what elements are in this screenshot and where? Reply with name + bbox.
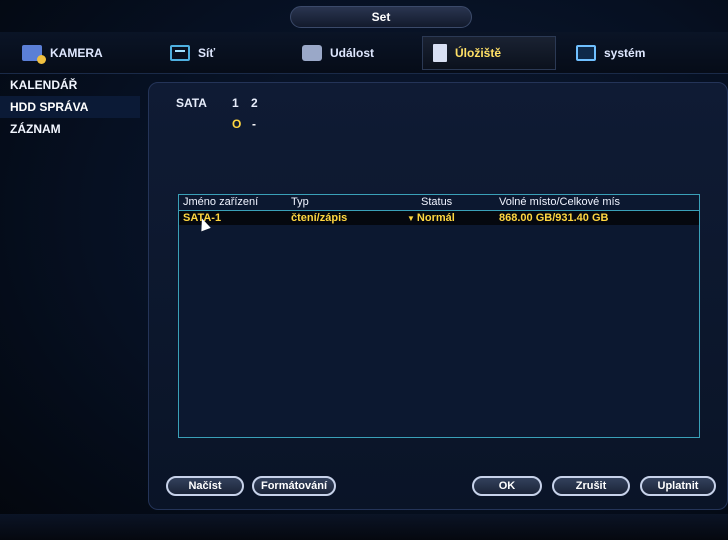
table-header: Jméno zařízení Typ Status Volné místo/Ce… xyxy=(179,195,699,211)
tab-camera-label: KAMERA xyxy=(50,46,103,60)
sata-slot-1-state: O xyxy=(232,117,242,131)
top-navigation: KAMERA Síť Událost Úložiště systém xyxy=(0,32,728,74)
ok-button[interactable]: OK xyxy=(472,476,542,496)
dvr-settings-screen: Set KAMERA Síť Událost Úložiště systém K… xyxy=(0,0,728,540)
table-row[interactable]: SATA-1 čtení/zápis ▼ Normál 868.00 GB/931… xyxy=(179,211,699,225)
load-button[interactable]: Načíst xyxy=(166,476,244,496)
chevron-down-icon: ▼ xyxy=(407,214,415,223)
tab-system-label: systém xyxy=(604,46,646,60)
format-button[interactable]: Formátování xyxy=(252,476,336,496)
tab-network-label: Síť xyxy=(198,46,216,60)
column-status: Status xyxy=(421,196,453,208)
column-capacity: Volné místo/Celkové mís xyxy=(499,196,621,208)
cancel-button[interactable]: Zrušit xyxy=(552,476,630,496)
status-dropdown[interactable]: ▼ Normál xyxy=(407,212,455,224)
apply-button[interactable]: Uplatnit xyxy=(640,476,716,496)
event-icon xyxy=(302,45,322,61)
tab-system[interactable]: systém xyxy=(566,36,716,70)
cell-status: Normál xyxy=(416,212,455,224)
sata-label: SATA xyxy=(176,96,207,110)
sidebar: KALENDÁŘ HDD SPRÁVA ZÁZNAM xyxy=(0,74,140,514)
sidebar-item-calendar[interactable]: KALENDÁŘ xyxy=(0,74,140,96)
tab-storage-label: Úložiště xyxy=(455,46,502,60)
network-icon xyxy=(170,45,190,61)
sidebar-item-hdd-management[interactable]: HDD SPRÁVA xyxy=(0,96,140,118)
tab-event-label: Událost xyxy=(330,46,375,60)
hdd-table: Jméno zařízení Typ Status Volné místo/Ce… xyxy=(178,194,700,438)
cell-type[interactable]: čtení/zápis xyxy=(291,212,347,224)
system-icon xyxy=(576,45,596,61)
sata-slot-1: 1 xyxy=(232,96,239,110)
cell-capacity: 868.00 GB/931.40 GB xyxy=(499,212,609,224)
tab-event[interactable]: Událost xyxy=(292,36,410,70)
sata-slot-2-state: - xyxy=(252,117,256,131)
column-device-name: Jméno zařízení xyxy=(183,196,259,208)
storage-icon xyxy=(433,44,447,62)
column-type: Typ xyxy=(291,196,309,208)
tab-network[interactable]: Síť xyxy=(160,36,278,70)
tab-storage[interactable]: Úložiště xyxy=(422,36,556,70)
sata-slot-2: 2 xyxy=(251,96,258,110)
sidebar-item-recording[interactable]: ZÁZNAM xyxy=(0,118,140,140)
window-title: Set xyxy=(290,6,472,28)
tab-camera[interactable]: KAMERA xyxy=(12,36,138,70)
camera-icon xyxy=(22,45,46,64)
bottom-bar xyxy=(0,514,728,540)
